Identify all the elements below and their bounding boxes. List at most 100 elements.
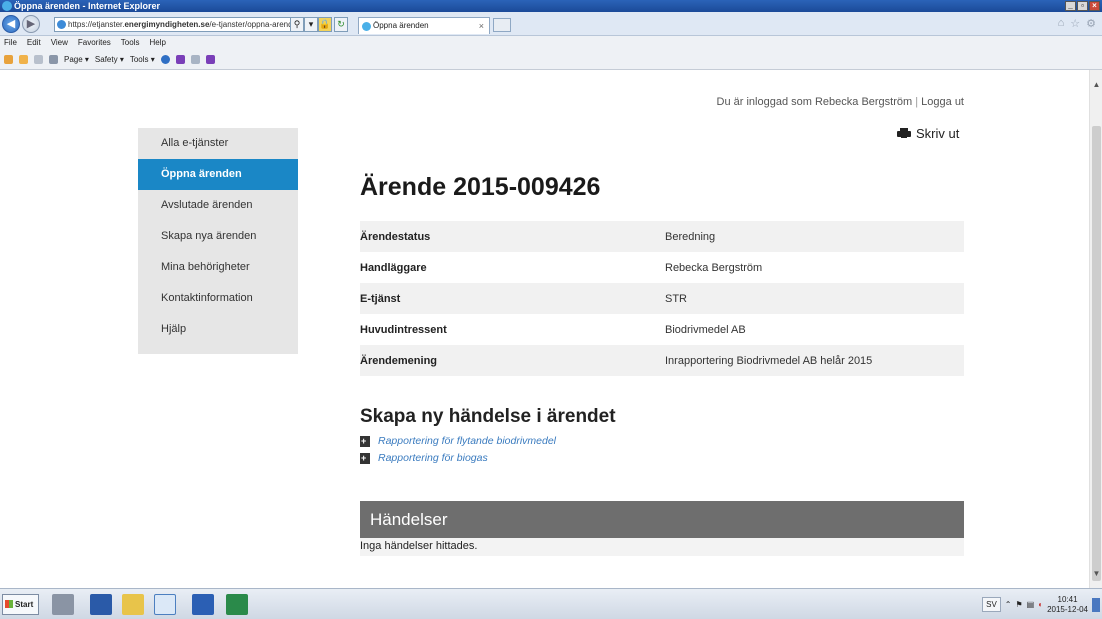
- browser-tools: ⌂ ☆ ⚙: [1058, 17, 1096, 30]
- logged-in-text: Du är inloggad som Rebecka Bergström: [716, 96, 913, 108]
- sidebar-item-oppna-arenden[interactable]: Öppna ärenden: [138, 159, 298, 190]
- link-label: Rapportering för flytande biodrivmedel: [378, 435, 557, 447]
- sidebar-item-skapa-nya-arenden[interactable]: Skapa nya ärenden: [138, 221, 298, 252]
- menu-file[interactable]: File: [4, 36, 17, 50]
- print-button[interactable]: Skriv ut: [897, 126, 959, 141]
- tab-favicon-icon: [362, 22, 371, 31]
- sidebar-item-kontaktinformation[interactable]: Kontaktinformation: [138, 283, 298, 314]
- window-title: Öppna ärenden - Internet Explorer: [14, 1, 161, 11]
- sidebar-item-mina-behorigheter[interactable]: Mina behörigheter: [138, 252, 298, 283]
- show-desktop-button[interactable]: [1092, 597, 1100, 612]
- page-menu[interactable]: Page ▾: [64, 50, 89, 70]
- vertical-scrollbar[interactable]: ▲ ▼: [1089, 70, 1102, 588]
- row-key: Huvudintressent: [360, 323, 447, 336]
- row-key: Ärendemening: [360, 354, 438, 367]
- site-icon: [57, 20, 66, 29]
- table-row: E-tjänst STR: [360, 283, 964, 314]
- start-button[interactable]: Start: [2, 594, 39, 615]
- url-path: /e-tjanster/oppna-arenden: [209, 20, 302, 29]
- print-cmd-icon[interactable]: [49, 55, 58, 64]
- safety-menu[interactable]: Safety ▾: [95, 50, 124, 70]
- onenote-linked-icon[interactable]: [205, 55, 215, 64]
- sidebar-item-alla-e-tjanster[interactable]: Alla e-tjänster: [138, 128, 298, 159]
- start-label: Start: [15, 600, 34, 609]
- logout-link[interactable]: Logga ut: [921, 96, 964, 108]
- internet-explorer-icon[interactable]: [154, 594, 176, 615]
- new-event-heading: Skapa ny händelse i ärendet: [360, 406, 616, 427]
- menu-view[interactable]: View: [51, 36, 68, 50]
- forward-icon[interactable]: ▶: [22, 15, 40, 33]
- printer-icon: [897, 128, 911, 139]
- system-tray: SV ⌃ ⚑ ▤ ◐ 10:41 2015-12-04: [982, 593, 1100, 616]
- new-tab-button[interactable]: [493, 18, 511, 32]
- excel-icon[interactable]: [226, 594, 248, 615]
- show-hidden-icons-icon[interactable]: ⌃: [1005, 600, 1012, 609]
- table-row: Huvudintressent Biodrivmedel AB: [360, 314, 964, 345]
- addon-icon[interactable]: [190, 55, 200, 64]
- table-row: Ärendemening Inrapportering Biodrivmedel…: [360, 345, 964, 376]
- print-label: Skriv ut: [916, 126, 960, 141]
- link-label: Rapportering för biogas: [378, 452, 488, 464]
- separator: |: [915, 96, 919, 108]
- maximize-icon[interactable]: ▫: [1077, 1, 1088, 11]
- search-icon[interactable]: ⚲: [290, 17, 304, 32]
- sidebar-nav: Alla e-tjänster Öppna ärenden Avslutade …: [138, 128, 298, 354]
- sidebar-item-avslutade-arenden[interactable]: Avslutade ärenden: [138, 190, 298, 221]
- row-value: Inrapportering Biodrivmedel AB helår 201…: [665, 354, 873, 367]
- close-icon[interactable]: ×: [1089, 1, 1100, 11]
- link-flytande-biodrivmedel[interactable]: Rapportering för flytande biodrivmedel: [360, 433, 964, 450]
- sidebar-item-hjalp[interactable]: Hjälp: [138, 314, 298, 345]
- link-biogas[interactable]: Rapportering för biogas: [360, 450, 964, 467]
- home-cmd-icon[interactable]: [4, 55, 13, 64]
- tab-oppna-arenden[interactable]: Öppna ärenden ×: [358, 17, 490, 34]
- help-icon[interactable]: [160, 55, 170, 64]
- tools-menu[interactable]: Tools ▾: [130, 50, 155, 70]
- scroll-up-icon[interactable]: ▲: [1090, 78, 1102, 91]
- url-domain: energimyndigheten.se: [124, 20, 210, 29]
- word-icon[interactable]: [192, 594, 214, 615]
- favorites-star-icon[interactable]: ☆: [1070, 17, 1080, 30]
- page-viewport: Du är inloggad som Rebecka Bergström | L…: [0, 70, 1089, 588]
- address-bar[interactable]: https://etjanster.energimyndigheten.se/e…: [54, 17, 314, 32]
- mail-icon[interactable]: [34, 55, 43, 64]
- home-icon[interactable]: ⌂: [1058, 17, 1065, 30]
- tab-close-icon[interactable]: ×: [479, 18, 484, 34]
- tab-title: Öppna ärenden: [373, 21, 429, 30]
- volume-icon[interactable]: ◐: [1038, 600, 1043, 609]
- menu-tools[interactable]: Tools: [121, 36, 140, 50]
- clock[interactable]: 10:41 2015-12-04: [1047, 595, 1088, 615]
- onenote-icon[interactable]: [175, 55, 185, 64]
- powershell-icon[interactable]: [90, 594, 112, 615]
- events-empty-text: Inga händelser hittades.: [360, 538, 964, 556]
- row-value: Rebecka Bergström: [665, 261, 763, 274]
- dropdown-icon[interactable]: ▾: [304, 17, 318, 32]
- minimize-icon[interactable]: _: [1065, 1, 1076, 11]
- lock-icon[interactable]: 🔒: [318, 17, 332, 32]
- flag-notification-icon[interactable]: ⚑: [1016, 600, 1023, 609]
- menu-favorites[interactable]: Favorites: [78, 36, 111, 50]
- scroll-thumb[interactable]: [1092, 126, 1101, 581]
- feeds-icon[interactable]: [19, 55, 28, 64]
- window-controls: _ ▫ ×: [1065, 1, 1100, 11]
- refresh-icon[interactable]: ↻: [334, 17, 348, 32]
- row-key: E-tjänst: [360, 292, 401, 305]
- menu-bar: File Edit View Favorites Tools Help: [0, 36, 1102, 50]
- scroll-down-icon[interactable]: ▼: [1090, 567, 1102, 580]
- address-row: ◀ ▶ https://etjanster.energimyndigheten.…: [0, 12, 1102, 36]
- language-indicator[interactable]: SV: [982, 597, 1001, 612]
- network-icon[interactable]: ▤: [1027, 600, 1035, 609]
- command-bar: Page ▾ Safety ▾ Tools ▾: [0, 50, 1102, 70]
- new-document-icon: [360, 433, 370, 450]
- server-manager-icon[interactable]: [52, 594, 74, 615]
- ie-logo-icon: [2, 1, 12, 11]
- table-row: Handläggare Rebecka Bergström: [360, 252, 964, 283]
- menu-help[interactable]: Help: [149, 36, 165, 50]
- clock-time: 10:41: [1057, 594, 1078, 604]
- user-status: Du är inloggad som Rebecka Bergström | L…: [717, 96, 964, 108]
- menu-edit[interactable]: Edit: [27, 36, 41, 50]
- explorer-folder-icon[interactable]: [122, 594, 144, 615]
- back-icon[interactable]: ◀: [2, 15, 20, 33]
- main-content: Ärende 2015-009426 Ärendestatus Berednin…: [360, 170, 964, 556]
- settings-gear-icon[interactable]: ⚙: [1086, 17, 1096, 30]
- taskbar: Start SV ⌃ ⚑ ▤ ◐ 10:41 2015-12-04: [0, 588, 1102, 619]
